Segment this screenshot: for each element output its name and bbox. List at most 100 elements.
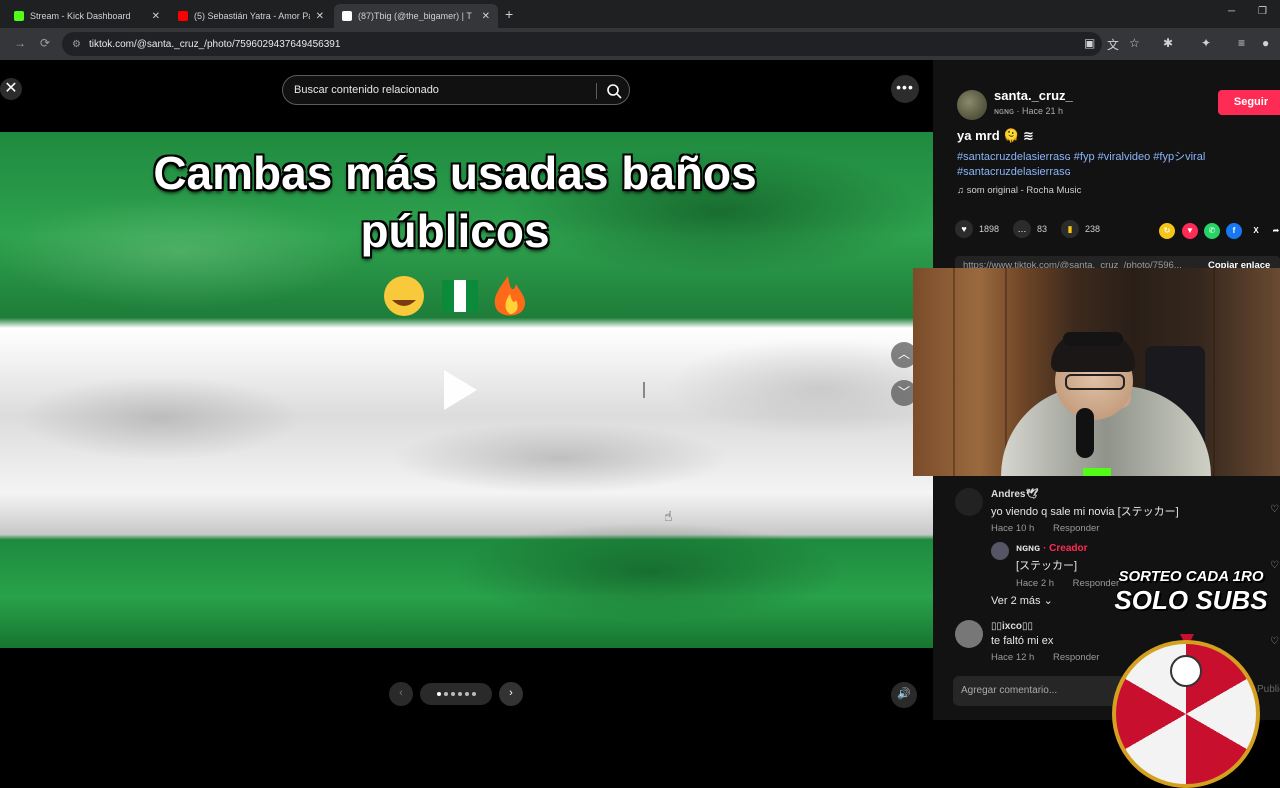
save-count: 238 [1085,224,1101,234]
site-info-icon[interactable]: ⚙ [72,39,81,50]
close-viewer-button[interactable]: ✕ [0,78,22,100]
extensions-icon[interactable]: ✱ [1163,36,1173,50]
search-divider [596,83,597,99]
music-link[interactable]: ♫ som original - Rocha Music [957,185,1081,196]
comment-author[interactable]: ▯▯ixco▯▯ [991,621,1099,632]
wood-plank-line [1213,268,1215,476]
tab-tiktok[interactable]: (87)Tbig (@the_bigamer) | T ✕ [334,4,498,28]
comment-count: 83 [1037,224,1048,234]
reload-icon[interactable]: ⟳ [40,36,50,50]
bookmark-star-icon[interactable]: ☆ [1129,36,1140,50]
save-action[interactable]: ▮ 238 [1061,220,1100,238]
post-hashtags[interactable]: #santacruzdelasierrasɢ #fyp #viralvideo … [957,150,1257,180]
author-avatar[interactable] [957,90,987,120]
giveaway-banner: SORTEO CADA 1RO SOLO SUBS [1106,568,1276,615]
next-photo-button[interactable]: › [499,682,523,706]
omnibox[interactable]: ⚙ tiktok.com/@santa._cruz_/photo/7596029… [62,32,1102,56]
reply-time: Hace 2 h [1016,578,1055,589]
caption-emojis [384,276,526,316]
flag-fold-shading [0,328,933,534]
photo-slide[interactable]: Cambas más usadas baños públicos ☝ [0,132,933,648]
giveaway-line-1: SORTEO CADA 1RO [1118,568,1264,585]
menu-list-icon[interactable]: ≡ [1238,36,1245,50]
follow-button[interactable]: Seguir [1218,90,1280,115]
page-dot[interactable] [436,692,441,696]
photo-page-dots [420,683,492,705]
streamer-cap [1063,332,1123,346]
page-dot[interactable] [450,692,455,696]
view-more-replies-button[interactable]: Ver 2 más ⌄ [991,594,1053,607]
restore-icon[interactable]: ❐ [1258,6,1267,17]
volume-button[interactable]: 🔊 [891,682,917,708]
search-input[interactable]: Buscar contenido relacionado [294,84,439,96]
profile-avatar-icon[interactable]: ● [1262,36,1269,50]
page-dot[interactable] [464,692,469,696]
photo-pager-bar: ‹ › 🔊 [0,648,933,720]
reply-author[interactable]: ɴɢɴɢ [1016,543,1040,554]
kick-favicon-icon [14,11,24,21]
comment-like-icon[interactable]: ♡ [1270,504,1279,515]
tab-kick-dashboard[interactable]: Stream - Kick Dashboard ✕ [6,4,168,28]
tiktok-favicon-icon [342,11,352,21]
giveaway-line-2: SOLO SUBS [1114,585,1268,615]
tab-title: (87)Tbig (@the_bigamer) | T [358,11,472,21]
tab-title: (5) Sebastián Yatra - Amor Pas... [194,11,310,21]
tab-title: Stream - Kick Dashboard [30,11,131,21]
url-text: tiktok.com/@santa._cruz_/photo/759602943… [88,38,341,50]
like-action[interactable]: ♥ 1898 [955,220,999,238]
laughing-emoji-icon [384,276,424,316]
like-count: 1898 [979,224,1000,234]
comment-time: Hace 10 h [991,523,1035,534]
previous-photo-button[interactable]: ‹ [389,682,413,706]
heart-icon: ♥ [955,220,973,238]
creator-avatar[interactable] [991,542,1009,560]
wheel-center-avatar [1170,655,1202,687]
reply-button[interactable]: Responder [1053,523,1099,534]
search-icon[interactable] [605,82,623,100]
comment-author[interactable]: Andres🕊 [991,489,1179,500]
engagement-bar: ♥ 1898 … 83 ▮ 238 [955,220,1114,238]
page-dot[interactable] [457,692,462,696]
comment-like-icon[interactable]: ♡ [1270,636,1279,647]
microphone [1076,408,1094,458]
publish-button[interactable]: Publicar [1257,684,1280,695]
photo-viewer: ✕ Buscar contenido relacionado ••• Camba… [0,60,933,720]
tab-close-icon[interactable]: ✕ [316,11,324,22]
bookmarks-icon[interactable]: ✦ [1201,36,1211,50]
wood-plank-line [953,268,955,476]
youtube-favicon-icon [178,11,188,21]
page-dot[interactable] [471,692,476,696]
streamer-glasses [1065,374,1125,390]
facebook-icon[interactable]: f [1226,223,1242,239]
more-options-button[interactable]: ••• [891,75,919,103]
related-search-bar[interactable]: Buscar contenido relacionado [282,75,630,105]
forward-icon[interactable]: → [14,36,26,50]
commenter-avatar[interactable] [955,488,983,516]
reply-button[interactable]: Responder [1053,652,1099,663]
whatsapp-icon[interactable]: ✆ [1204,223,1220,239]
share-more-icon[interactable]: ➦ [1268,223,1280,239]
author-meta: ɴɢɴɢ · Hace 21 h [994,106,1064,116]
author-username[interactable]: santa._cruz_ [994,88,1073,103]
tab-youtube[interactable]: (5) Sebastián Yatra - Amor Pas... ✕ [170,4,332,28]
translate-icon[interactable]: 文 [1107,36,1119,53]
minimize-icon[interactable]: ─ [1228,6,1235,17]
new-tab-icon[interactable]: + [505,6,513,22]
page-dot[interactable] [443,692,448,696]
comment-action[interactable]: … 83 [1013,220,1047,238]
nigeria-flag-icon [442,280,454,312]
tab-close-icon[interactable]: ✕ [482,11,490,22]
photo-caption: Cambas más usadas baños públicos [0,144,910,260]
comment-time: Hace 12 h [991,652,1035,663]
mouse-cursor-icon: ☝ [664,508,673,524]
repost-icon[interactable]: ↻ [1159,223,1175,239]
send-icon[interactable]: ▼ [1182,223,1198,239]
install-app-icon[interactable]: ▣ [1084,36,1095,50]
tab-close-icon[interactable]: ✕ [152,11,160,22]
x-share-icon[interactable]: X [1248,223,1264,239]
play-icon[interactable] [440,367,480,413]
scrub-marker [643,382,645,398]
commenter-avatar[interactable] [955,620,983,648]
browser-tab-strip: Stream - Kick Dashboard ✕ (5) Sebastián … [0,0,1280,28]
address-bar-row: → ⟳ ⚙ tiktok.com/@santa._cruz_/photo/759… [0,28,1280,60]
